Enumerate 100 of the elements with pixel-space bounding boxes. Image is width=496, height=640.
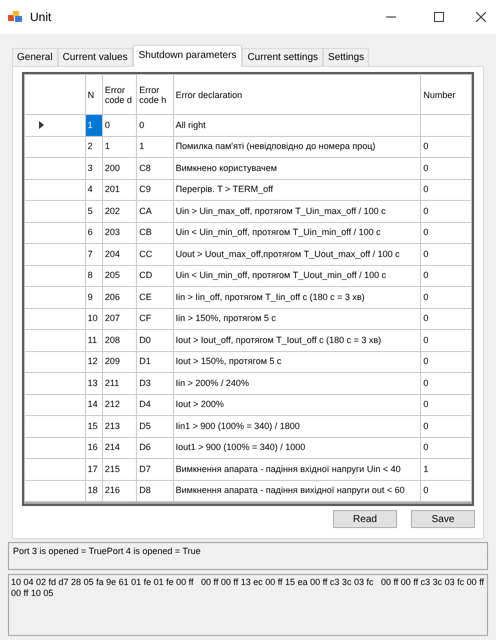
table-cell: 0 [104,120,110,130]
table-cell: 10 [88,313,98,323]
table-cell: Uin < Uin_min_off, протягом T_Uout_min_off / 100 c [176,270,386,280]
table-cell: 1 [88,120,93,130]
table-cell: 215 [104,464,120,474]
table-cell: 0 [423,248,428,258]
table-cell: Iout > 200% [176,399,224,409]
table-cell: 214 [104,442,120,452]
close-icon[interactable] [476,12,486,22]
tab[interactable]: Shutdown parameters [132,45,242,67]
table-cell: 0 [423,162,428,172]
log-text-box[interactable]: 10 04 02 fd d7 28 05 fa 9e 61 01 fe 01 fe 00 ff 00 ff 00 ff 13 ec 00 ff 15 ea 00 ff c3 3c 03 fc 00 ff 00 ff c3 3c 03 fc 00 ff 00 ff 10 05 [8,574,488,636]
table-cell: 0 [423,399,428,409]
table-cell: D1 [139,356,151,366]
log-text: 10 04 02 fd d7 28 05 fa 9e 61 01 fe 01 fe 00 ff 00 ff 00 ff 13 ec 00 ff 15 ea 00 ff c3 3c 03 fc 00 ff 00 ff c3 3c 03 fc 00 ff 00 ff 10 05 [11,577,485,599]
table-cell: 205 [104,270,120,280]
table-cell: 7 [88,248,93,258]
table-cell: Вимкнення апарата - падіння вхідної напруги Uin < 40 [176,464,401,474]
table-cell: 17 [88,464,98,474]
table-cell: Iout > Iout_off, протягом T_Iout_off c (180 c = 3 хв) [176,334,382,344]
table-cell: 0 [423,356,428,366]
table-cell: Перегрів. T > TERM_off [176,184,273,194]
table-cell: 0 [423,227,428,237]
table-cell: 206 [104,292,120,302]
status-text-box[interactable]: Port 3 is opened = TruePort 4 is opened = True [8,542,488,570]
table-cell: 8 [88,270,93,280]
table-cell: 1 [139,141,144,151]
table-cell: 0 [139,120,144,130]
table-cell: 207 [104,313,120,323]
table-cell: CA [139,206,152,216]
table-cell: 216 [104,485,120,495]
table-cell: 0 [423,292,428,302]
table-cell: CD [139,270,152,280]
table-cell: Вимкнення апарата - падіння вихідної напруги out < 60 [176,485,405,495]
table-cell: Помилка пам'яті (невідповідно до номера проц) [176,141,376,151]
table-cell: D0 [139,334,151,344]
table-cell: 212 [104,399,120,409]
table-cell: 204 [104,248,120,258]
tab[interactable]: Current values [58,48,133,66]
read-button[interactable]: Read [333,510,397,528]
table-cell: 209 [104,356,120,366]
table-cell: 0 [423,184,428,194]
table-cell: 2 [88,141,93,151]
table-cell: 12 [88,356,98,366]
table-cell: D6 [139,442,151,452]
table-cell: Iin1 > 900 (100% = 340) / 1800 [176,420,300,430]
tab[interactable]: General [12,48,58,66]
table-cell: 14 [88,399,98,409]
tab[interactable]: Current settings [242,48,324,66]
table-cell: 0 [423,270,428,280]
table-cell: 11 [88,334,98,344]
table-cell: All right [176,120,206,130]
table-cell: CF [139,313,152,323]
table-cell: 9 [88,292,93,302]
table-cell: D3 [139,378,151,388]
table-cell: 211 [104,378,120,388]
window-title: Unit [30,9,52,26]
table-cell: Iout > 150%, протягом 5 c [176,356,282,366]
table-cell: 200 [104,162,120,172]
table-cell: 208 [104,334,120,344]
table-cell: 18 [88,485,98,495]
table-cell: 201 [104,184,120,194]
table-cell: Iin > 200% / 240% [176,378,249,388]
table-cell: 203 [104,227,120,237]
table-cell: 0 [423,420,428,430]
table-cell: 15 [88,420,98,430]
table-cell: CE [139,292,152,302]
table-cell: 0 [423,442,428,452]
table-cell: 3 [88,162,93,172]
table-cell: 0 [423,378,428,388]
table-cell: 1 [104,141,110,151]
table-cell: 6 [88,227,93,237]
table-cell: D5 [139,420,151,430]
table-cell: D7 [139,464,151,474]
maximize-icon[interactable] [434,12,444,22]
table-cell: Uin > Uin_max_off, протягом T_Uin_max_off / 100 c [176,206,386,216]
table-cell: 0 [423,313,428,323]
table-cell: 16 [88,442,98,452]
save-button[interactable]: Save [411,510,475,528]
table-cell: D4 [139,399,151,409]
table-cell: C9 [139,184,151,194]
selected-cell[interactable]: 1 [85,114,102,136]
table-cell: 13 [88,378,98,388]
table-cell: CB [139,227,152,237]
table-cell: Вимкнено користувачем [176,162,277,172]
table-cell: Iin > 150%, протягом 5 c [176,313,276,323]
table-cell: D8 [139,485,151,495]
table-cell: C8 [139,162,151,172]
app-icon [8,11,22,23]
table-cell: 0 [423,141,428,151]
table-cell: 202 [104,206,120,216]
table-cell: 0 [423,485,428,495]
table-cell: 0 [423,334,428,344]
table-cell: 0 [423,206,428,216]
column-header[interactable]: N [88,90,100,100]
tab[interactable]: Settings [323,48,370,66]
table-cell: 4 [88,184,93,194]
table-cell: CC [139,248,152,258]
table-cell: Uin < Uin_min_off, протягом T_Uin_min_off / 100 c [176,227,381,237]
table-cell: 5 [88,206,93,216]
